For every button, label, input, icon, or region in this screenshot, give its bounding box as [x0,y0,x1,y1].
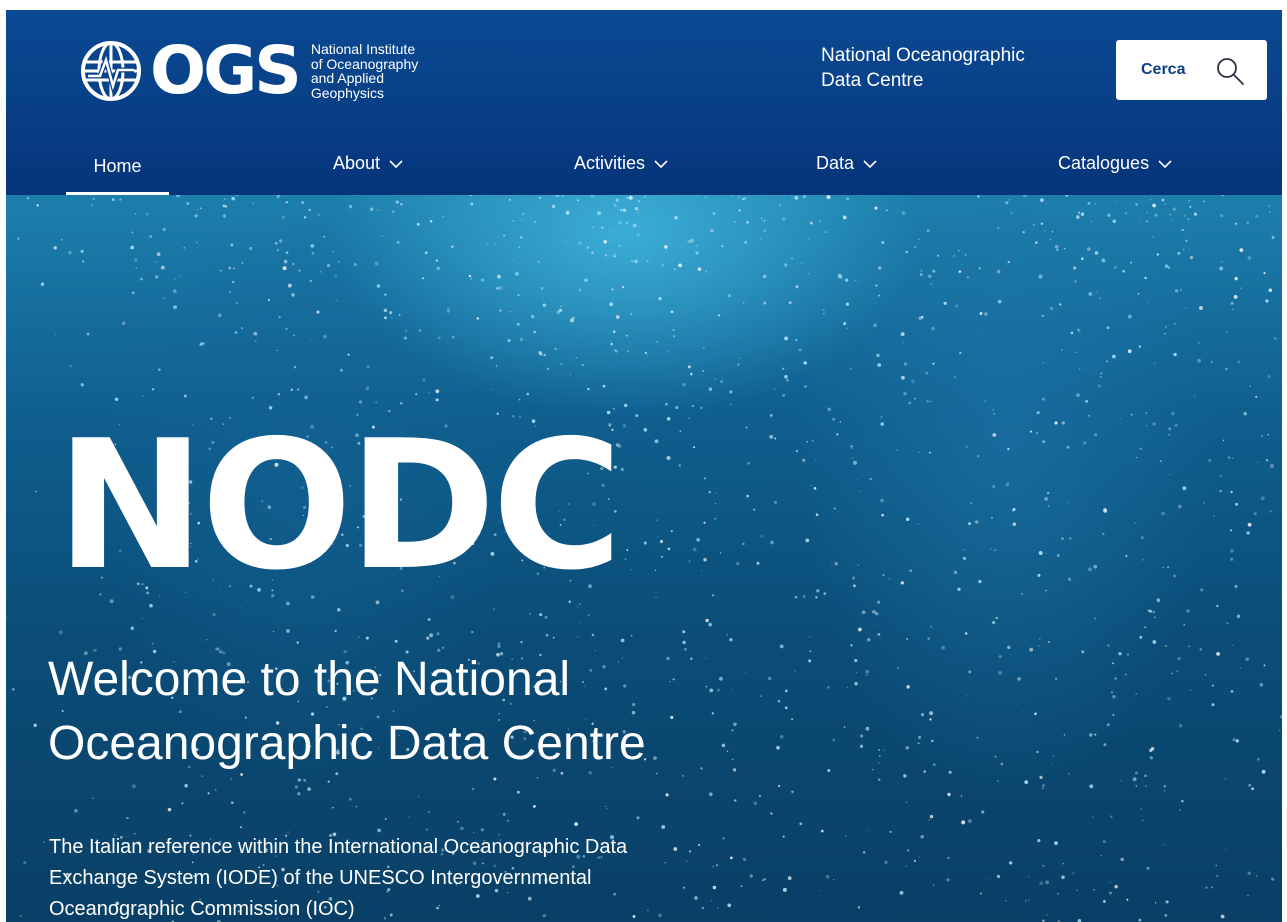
page-frame: OGS National Institute of Oceanography a… [6,10,1282,922]
logo-tagline-line: Geophysics [310,84,384,101]
hero-title: NODC [56,402,623,609]
chevron-down-icon [654,160,668,169]
nav-item-home[interactable]: Home [66,135,169,195]
logo-tagline-line: and Applied [310,70,385,86]
nav-item-label: Data [816,153,855,173]
logo-tagline-line: of Oceanography [310,55,419,72]
nav-item-data[interactable]: Data [816,135,877,195]
nav-item-label: Activities [574,153,646,173]
hero-description-line: Oceanographic Commission (IOC) [49,898,355,920]
globe-wave-icon [81,41,141,101]
logo-letters: OGS [150,32,302,109]
nav-item-label: About [333,153,381,173]
hero-subtitle-line: Oceanographic Data Centre [48,717,646,770]
nav-item-catalogues[interactable]: Catalogues [1058,135,1172,195]
chevron-down-icon [1158,160,1172,169]
search-label: Cerca [1141,61,1186,78]
chevron-down-icon [389,160,403,169]
centre-name-line: Data Centre [821,70,924,91]
site-header: OGS National Institute of Oceanography a… [6,10,1282,195]
logo-tagline: National Institute of Oceanography and A… [311,42,441,100]
ogs-logo[interactable]: OGS National Institute of Oceanography a… [80,38,441,104]
search-icon [1217,58,1244,85]
hero-description: The Italian reference within the Interna… [49,832,769,922]
nav-item-about[interactable]: About [333,135,403,195]
hero-subtitle: Welcome to the National Oceanographic Da… [48,648,768,776]
hero-subtitle-line: Welcome to the National [48,653,571,706]
centre-name: National Oceanographic Data Centre [821,43,1061,93]
nav-item-activities[interactable]: Activities [574,135,668,195]
centre-name-line: National Oceanographic [821,45,1025,66]
hero-section: NODC Welcome to the National Oceanograph… [6,195,1282,922]
chevron-down-icon [863,160,877,169]
logo-tagline-line: National Institute [310,41,416,57]
main-nav: Home About Activities Data Catalogues [6,135,1282,195]
nav-item-label: Catalogues [1058,153,1150,173]
hero-description-line: Exchange System (IODE) of the UNESCO Int… [49,867,592,889]
hero-description-line: The Italian reference within the Interna… [49,836,628,858]
search-button[interactable]: Cerca [1116,40,1267,100]
nav-item-label: Home [93,156,142,176]
